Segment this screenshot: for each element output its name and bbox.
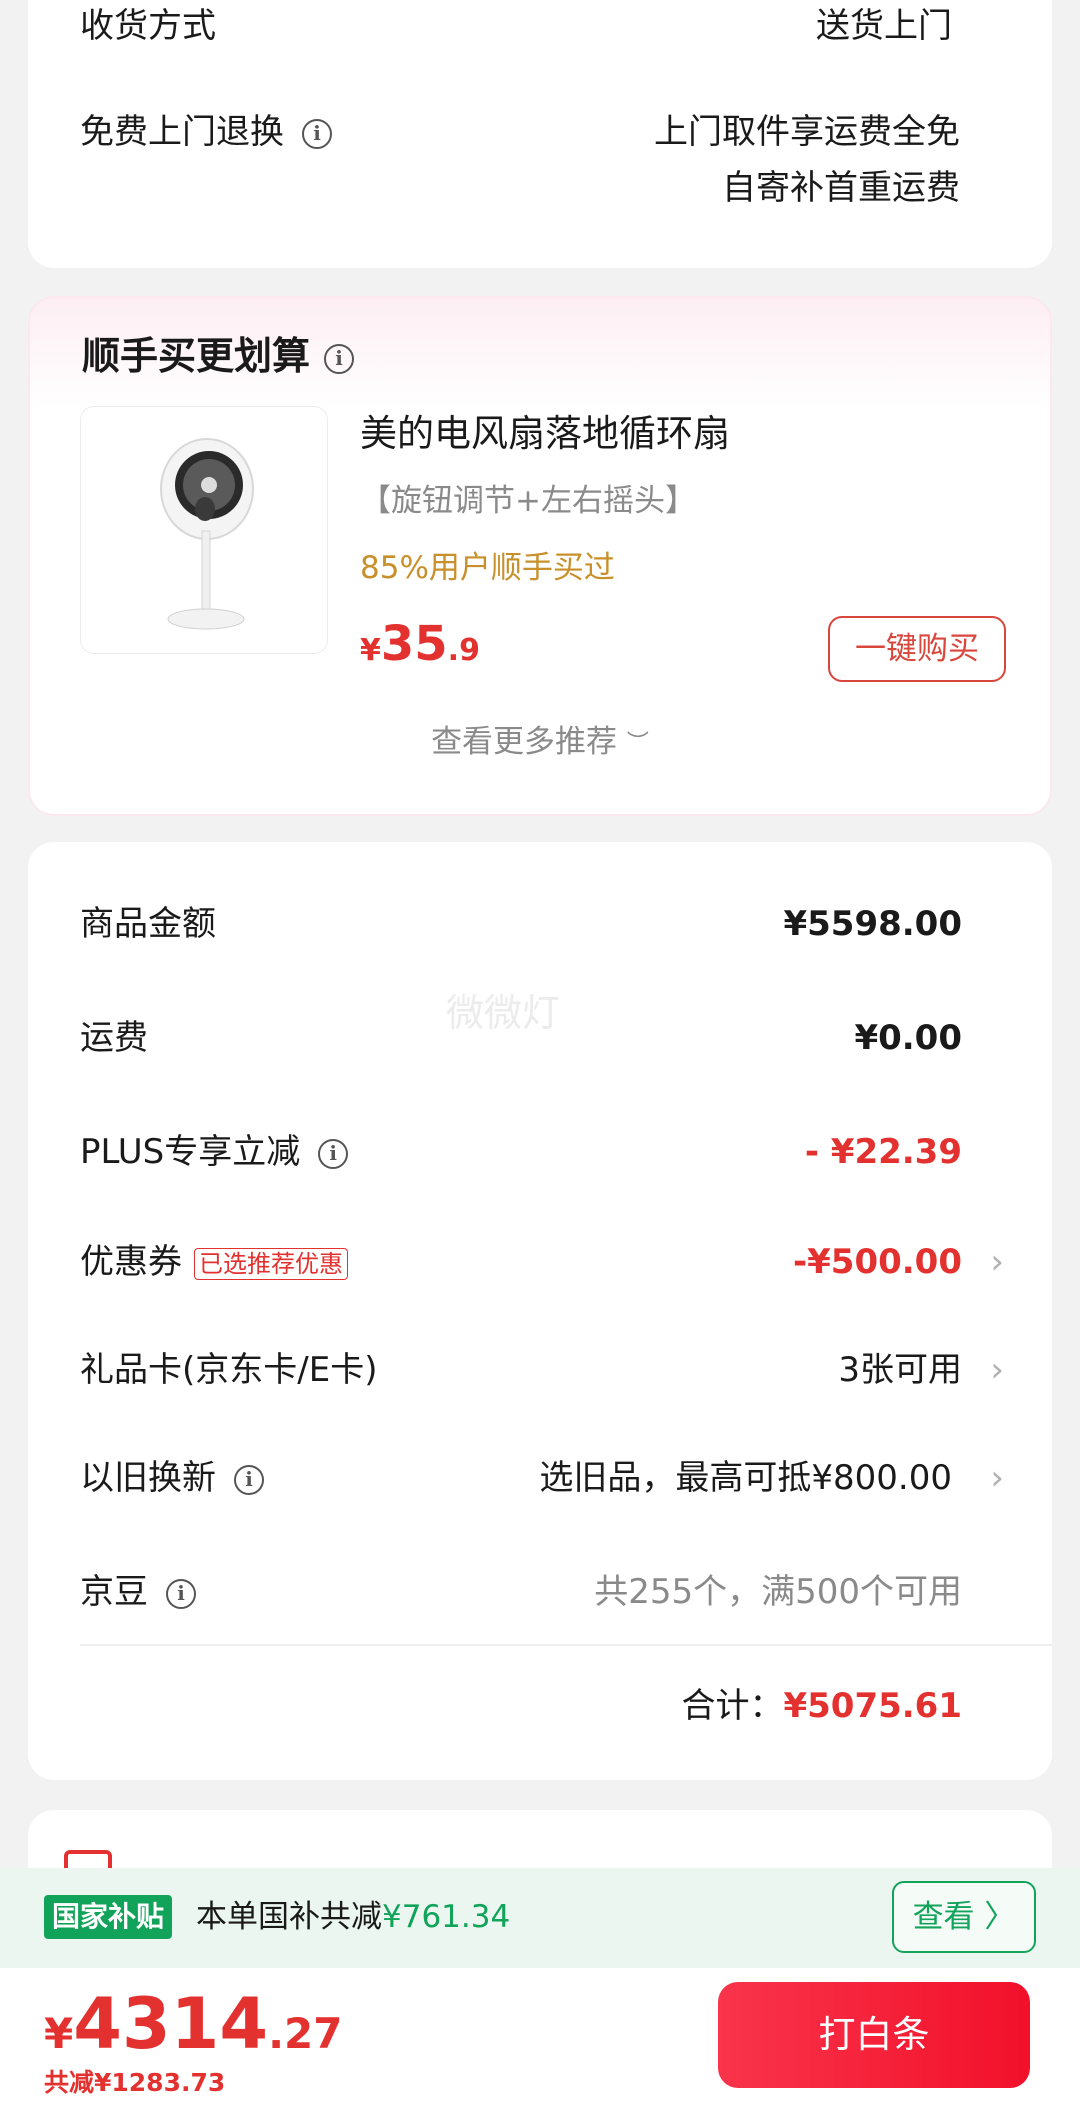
price-integer: 35 [380, 616, 448, 672]
total-row: 合计：¥5075.61 [80, 1682, 1000, 1730]
coupon-label: 优惠券 [80, 1242, 182, 1282]
coupon-value: -¥500.00 [793, 1242, 962, 1282]
final-price-currency: ¥ [44, 2009, 74, 2058]
tradein-label-wrap: 以旧换新 i [80, 1454, 264, 1502]
fan-image-icon [160, 438, 254, 630]
price-currency: ¥ [360, 633, 381, 668]
free-return-value-line1: 上门取件享运费全免 [654, 112, 960, 152]
shipping-value: ¥0.00 [854, 1018, 962, 1058]
plus-discount-value: - ¥22.39 [804, 1132, 962, 1172]
delivery-method-label: 收货方式 [80, 6, 216, 46]
plus-discount-row: PLUS专享立减 i - ¥22.39 [80, 1128, 1000, 1176]
info-icon[interactable]: i [234, 1464, 264, 1495]
jingdou-value: 共255个，满500个可用 [594, 1572, 962, 1612]
goods-amount-value: ¥5598.00 [783, 904, 962, 944]
view-subsidy-button[interactable]: 查看 〉 [892, 1881, 1036, 1953]
one-click-buy-button[interactable]: 一键购买 [828, 616, 1006, 682]
chevron-right-icon: › [990, 1242, 1004, 1282]
final-price-integer: 4314 [73, 1983, 269, 2065]
delivery-card: 收货方式 送货上门 免费上门退换 i 上门取件享运费全免 自寄补首重运费 [28, 0, 1052, 268]
free-return-value-line2: 自寄补首重运费 [722, 168, 960, 208]
goods-amount-label: 商品金额 [80, 904, 216, 944]
price-detail-card: 微微灯 商品金额 ¥5598.00 运费 ¥0.00 PLUS专享立减 i - ¥… [28, 842, 1052, 1780]
jingdou-label-wrap: 京豆 i [80, 1568, 196, 1616]
recommended-coupon-badge: 已选推荐优惠 [194, 1247, 348, 1280]
chevron-right-icon: › [990, 1458, 1004, 1498]
free-return-label: 免费上门退换 [80, 112, 284, 152]
recommend-card: 顺手买更划算 i 美的电风扇落地循环扇 【旋钮调节+左右摇头】 85%用户顺手买过… [28, 296, 1052, 816]
product-name[interactable]: 美的电风扇落地循环扇 [360, 410, 730, 458]
subsidy-bar: 国家补贴 本单国补共减¥761.34 查看 〉 [0, 1868, 1080, 1968]
free-return-row: 免费上门退换 i [80, 110, 332, 154]
tradein-value: 选旧品，最高可抵¥800.00 [539, 1458, 952, 1498]
plus-discount-label: PLUS专享立减 [80, 1132, 301, 1172]
total-label: 合计： [681, 1686, 784, 1726]
jingdou-label: 京豆 [80, 1572, 148, 1612]
coupon-row[interactable]: 优惠券 已选推荐优惠 -¥500.00 › [80, 1238, 1004, 1286]
pay-button[interactable]: 打白条 [718, 1982, 1030, 2088]
price-decimal: .9 [447, 633, 480, 668]
recommend-title-row: 顺手买更划算 i [82, 332, 355, 380]
info-icon[interactable]: i [166, 1578, 196, 1609]
tradein-label: 以旧换新 [80, 1458, 216, 1498]
coupon-label-wrap: 优惠券 已选推荐优惠 [80, 1238, 348, 1286]
subsidy-label: 本单国补共减 [196, 1899, 382, 1935]
delivery-method-value[interactable]: 送货上门 [816, 4, 952, 48]
more-recommend-label: 查看更多推荐 [431, 724, 618, 760]
subsidy-text: 本单国补共减¥761.34 [196, 1895, 510, 1939]
info-icon[interactable]: i [318, 1138, 349, 1169]
product-tag: 【旋钮调节+左右摇头】 [360, 483, 696, 519]
divider [80, 1644, 1052, 1646]
shipping-label: 运费 [80, 1018, 148, 1058]
checkout-bar: ¥4314.27 共减¥1283.73 打白条 [0, 1968, 1080, 2120]
recommend-title: 顺手买更划算 [82, 334, 311, 378]
info-icon[interactable]: i [324, 343, 355, 374]
product-buy-stat: 85%用户顺手买过 [360, 550, 615, 586]
total-savings: 共减¥1283.73 [44, 2068, 226, 2097]
final-price-decimal: .27 [268, 2009, 343, 2058]
giftcard-value: 3张可用 [838, 1350, 962, 1390]
subsidy-amount: ¥761.34 [382, 1899, 511, 1935]
total-wrap: 合计：¥5075.61 [681, 1682, 962, 1730]
chevron-right-icon: › [990, 1350, 1004, 1390]
giftcard-label: 礼品卡(京东卡/E卡) [80, 1350, 378, 1390]
tradein-row[interactable]: 以旧换新 i 选旧品，最高可抵¥800.00 › [80, 1454, 1004, 1502]
product-price: ¥35.9 [360, 614, 480, 685]
info-icon[interactable]: i [302, 118, 332, 149]
chevron-down-icon: ︶ [626, 730, 649, 756]
total-value: ¥5075.61 [783, 1686, 962, 1726]
goods-amount-row: 商品金额 ¥5598.00 [80, 900, 1000, 948]
more-recommend-link[interactable]: 查看更多推荐 ︶ [30, 722, 1050, 764]
product-image[interactable] [80, 406, 328, 654]
national-subsidy-badge: 国家补贴 [44, 1895, 173, 1939]
shipping-row: 运费 ¥0.00 [80, 1014, 1000, 1062]
giftcard-row[interactable]: 礼品卡(京东卡/E卡) 3张可用 › [80, 1346, 1004, 1394]
jingdou-row: 京豆 i 共255个，满500个可用 [80, 1568, 1000, 1616]
plus-discount-label-wrap: PLUS专享立减 i [80, 1128, 349, 1176]
